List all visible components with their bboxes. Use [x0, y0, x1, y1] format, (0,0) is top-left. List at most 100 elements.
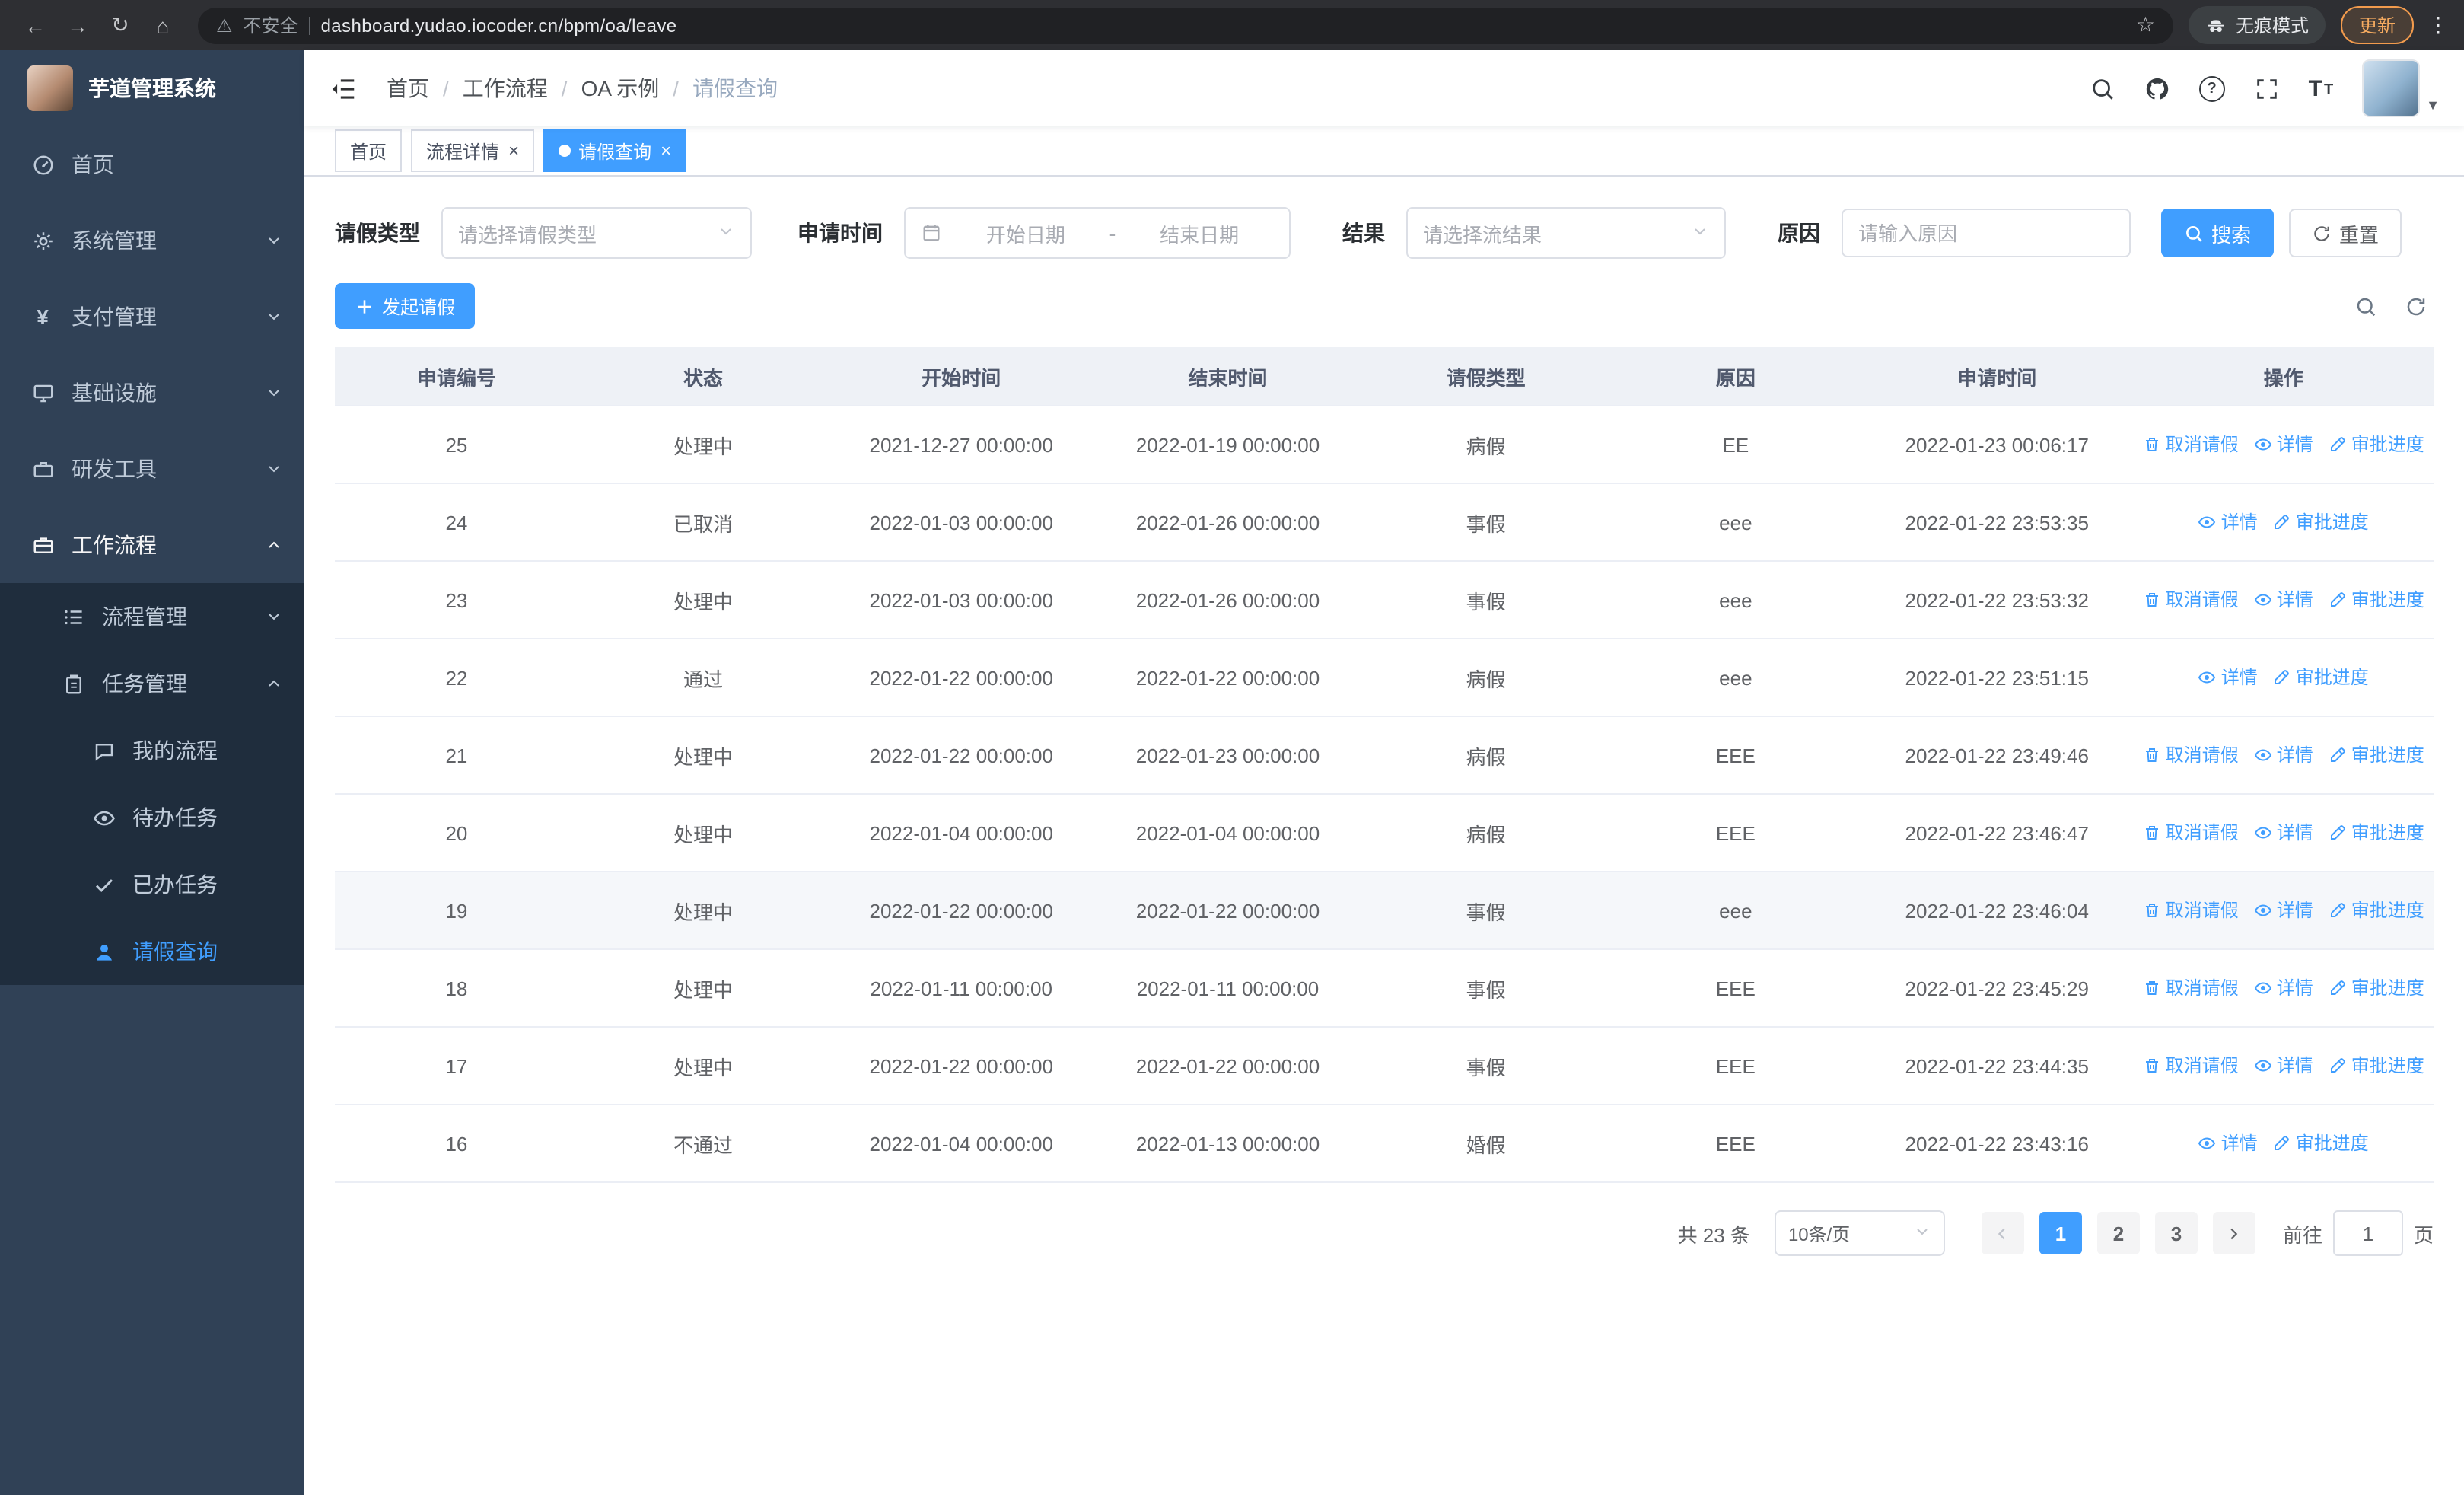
result-select[interactable]: 请选择流结果: [1406, 207, 1726, 259]
cell-reason: eee: [1610, 639, 1861, 717]
app-logo[interactable]: 芋道管理系统: [0, 50, 304, 126]
cancel-leave-link[interactable]: 取消请假: [2143, 432, 2239, 457]
font-size-icon[interactable]: TT: [2309, 77, 2334, 100]
breadcrumb-home[interactable]: 首页: [387, 73, 429, 104]
reset-button[interactable]: 重置: [2289, 209, 2402, 257]
cell-end: 2022-01-13 00:00:00: [1094, 1105, 1361, 1183]
sidebar-item-infrastructure[interactable]: 基础设施: [0, 355, 304, 431]
detail-link[interactable]: 详情: [2254, 587, 2313, 613]
approval-progress-link[interactable]: 审批进度: [2273, 509, 2369, 535]
breadcrumb-oa-example[interactable]: OA 示例: [581, 73, 660, 104]
sidebar-item-system[interactable]: 系统管理: [0, 202, 304, 279]
approval-progress-link[interactable]: 审批进度: [2329, 742, 2424, 768]
reload-icon[interactable]: ↻: [100, 7, 140, 43]
search-button[interactable]: 搜索: [2161, 209, 2275, 257]
url-bar[interactable]: ⚠ 不安全 dashboard.yudao.iocoder.cn/bpm/oa/…: [198, 7, 2173, 43]
cell-start: 2021-12-27 00:00:00: [828, 406, 1095, 484]
gear-icon: [30, 229, 55, 252]
sidebar-toggle-icon[interactable]: [329, 73, 359, 104]
detail-link[interactable]: 详情: [2254, 742, 2313, 768]
search-icon[interactable]: [2090, 75, 2115, 101]
cell-reason: eee: [1610, 872, 1861, 950]
breadcrumb-workflow[interactable]: 工作流程: [463, 73, 548, 104]
cancel-leave-link[interactable]: 取消请假: [2143, 1053, 2239, 1079]
cancel-leave-link[interactable]: 取消请假: [2143, 975, 2239, 1001]
chevron-down-icon: ▼: [2426, 97, 2440, 113]
chevron-down-icon: [265, 384, 283, 402]
cell-status: 处理中: [578, 794, 829, 872]
kebab-menu-icon[interactable]: ⋮: [2427, 12, 2449, 38]
toggle-search-icon[interactable]: [2354, 295, 2377, 317]
close-icon[interactable]: ×: [508, 142, 519, 160]
calendar-icon: [921, 222, 942, 244]
update-button[interactable]: 更新: [2340, 6, 2414, 44]
sidebar-item-process-management[interactable]: 流程管理: [0, 583, 304, 650]
cancel-leave-link[interactable]: 取消请假: [2143, 820, 2239, 846]
sidebar-item-payment[interactable]: ¥ 支付管理: [0, 279, 304, 355]
page-button-2[interactable]: 2: [2096, 1212, 2140, 1254]
sidebar-item-my-processes[interactable]: 我的流程: [0, 717, 304, 784]
tab-home[interactable]: 首页: [335, 129, 403, 172]
cancel-leave-link[interactable]: 取消请假: [2143, 587, 2239, 613]
cancel-leave-link[interactable]: 取消请假: [2143, 897, 2239, 923]
approval-progress-link[interactable]: 审批进度: [2329, 975, 2424, 1001]
github-icon[interactable]: [2144, 75, 2170, 101]
reason-input[interactable]: [1842, 209, 2131, 257]
detail-link[interactable]: 详情: [2254, 975, 2313, 1001]
close-icon[interactable]: ×: [661, 142, 671, 160]
approval-progress-link[interactable]: 审批进度: [2329, 897, 2424, 923]
security-warning-icon: ⚠: [216, 14, 233, 36]
table-row: 20 处理中 2022-01-04 00:00:00 2022-01-04 00:00…: [335, 794, 2434, 872]
sidebar-item-label: 任务管理: [102, 671, 187, 696]
page-button-3[interactable]: 3: [2154, 1212, 2198, 1254]
column-header-status: 状态: [578, 347, 829, 406]
tab-leave-query[interactable]: 请假查询 ×: [543, 129, 687, 172]
detail-link[interactable]: 详情: [2198, 1130, 2258, 1156]
goto-page-input[interactable]: [2332, 1210, 2403, 1256]
approval-progress-link[interactable]: 审批进度: [2329, 432, 2424, 457]
detail-link[interactable]: 详情: [2198, 509, 2258, 535]
sidebar-item-workflow[interactable]: 工作流程: [0, 507, 304, 583]
detail-link[interactable]: 详情: [2254, 1053, 2313, 1079]
sidebar-item-done-tasks[interactable]: 已办任务: [0, 851, 304, 918]
sidebar-item-task-management[interactable]: 任务管理: [0, 650, 304, 717]
back-icon[interactable]: ←: [15, 7, 55, 43]
create-leave-button[interactable]: 发起请假: [335, 283, 476, 329]
fullscreen-icon[interactable]: [2254, 75, 2280, 101]
workflow-submenu: 流程管理 任务管理 我的流程 待办任务 已办任务 请假查询: [0, 583, 304, 985]
refresh-table-icon[interactable]: [2405, 295, 2427, 317]
help-icon[interactable]: ?: [2198, 75, 2225, 101]
detail-link[interactable]: 详情: [2254, 897, 2313, 923]
tabs-bar: 首页 流程详情 × 请假查询 ×: [304, 126, 2464, 177]
cancel-leave-link[interactable]: 取消请假: [2143, 742, 2239, 768]
page-button-1[interactable]: 1: [2039, 1212, 2082, 1254]
tab-process-detail[interactable]: 流程详情 ×: [411, 129, 535, 172]
forward-icon[interactable]: →: [58, 7, 97, 43]
detail-link[interactable]: 详情: [2254, 820, 2313, 846]
approval-progress-link[interactable]: 审批进度: [2329, 1053, 2424, 1079]
detail-link[interactable]: 详情: [2254, 432, 2313, 457]
approval-progress-link[interactable]: 审批进度: [2329, 820, 2424, 846]
cell-id: 18: [335, 949, 578, 1028]
approval-progress-link[interactable]: 审批进度: [2273, 1130, 2369, 1156]
apply-time-range-picker[interactable]: 开始日期 - 结束日期: [904, 207, 1291, 259]
sidebar-item-leave-query[interactable]: 请假查询: [0, 918, 304, 985]
user-menu[interactable]: ▼: [2362, 59, 2440, 117]
bookmark-star-icon[interactable]: ☆: [2136, 12, 2155, 38]
cell-applied: 2022-01-22 23:46:47: [1860, 794, 2134, 872]
column-header-id: 申请编号: [335, 347, 578, 406]
sidebar-item-pending-tasks[interactable]: 待办任务: [0, 784, 304, 851]
prev-page-button[interactable]: [1981, 1212, 2024, 1254]
sidebar-item-home[interactable]: 首页: [0, 126, 304, 202]
leave-type-select[interactable]: 请选择请假类型: [441, 207, 752, 259]
approval-progress-link[interactable]: 审批进度: [2329, 587, 2424, 613]
start-date-placeholder: 开始日期: [985, 223, 1065, 246]
cell-type: 婚假: [1361, 1105, 1611, 1183]
sidebar-item-label: 工作流程: [72, 533, 157, 557]
next-page-button[interactable]: [2212, 1212, 2255, 1254]
page-size-select[interactable]: 10条/页: [1774, 1210, 1945, 1256]
detail-link[interactable]: 详情: [2198, 665, 2258, 690]
approval-progress-link[interactable]: 审批进度: [2273, 665, 2369, 690]
sidebar-item-dev-tools[interactable]: 研发工具: [0, 431, 304, 507]
home-icon[interactable]: ⌂: [143, 7, 183, 43]
